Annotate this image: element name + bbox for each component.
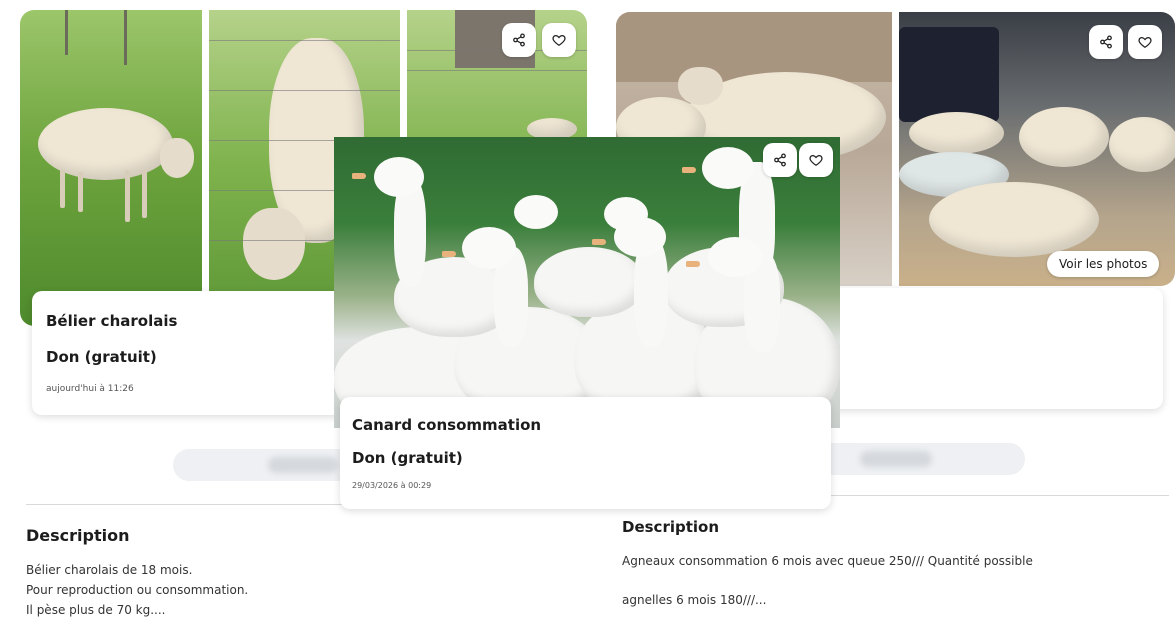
listing-title: Bélier charolais	[46, 312, 178, 330]
right-seller-pill[interactable]	[812, 443, 1025, 475]
left-listing-card[interactable]: Bélier charolais Don (gratuit) aujourd'h…	[32, 291, 362, 415]
description-line: Bélier charolais de 18 mois.	[26, 563, 193, 577]
see-photos-button[interactable]: Voir les photos	[1047, 251, 1160, 277]
listing-date: 29/03/2026 à 00:29	[352, 481, 432, 490]
listing-price: Don (gratuit)	[352, 449, 463, 467]
right-share-button[interactable]	[1089, 25, 1123, 59]
description-line: Pour reproduction ou consommation.	[26, 583, 249, 597]
popup-photo[interactable]	[334, 137, 840, 428]
right-divider	[826, 495, 1169, 496]
description-heading: Description	[622, 518, 720, 536]
description-line: Agneaux consommation 6 mois avec queue 2…	[622, 554, 1033, 568]
share-icon	[1100, 35, 1112, 49]
popup-favorite-button[interactable]	[799, 143, 833, 177]
description-line: agnelles 6 mois 180///...	[622, 593, 767, 607]
listing-price: Don (gratuit)	[46, 348, 157, 366]
heart-icon	[1138, 36, 1152, 49]
left-photo-1[interactable]	[20, 10, 202, 326]
share-icon	[774, 153, 786, 167]
share-icon	[513, 33, 525, 47]
description-heading: Description	[26, 526, 130, 545]
popup-share-button[interactable]	[763, 143, 797, 177]
left-favorite-button[interactable]	[542, 23, 576, 57]
description-line: Il pèse plus de 70 kg....	[26, 603, 166, 617]
heart-icon	[809, 154, 823, 167]
right-listing-card[interactable]	[820, 288, 1163, 409]
heart-icon	[552, 34, 566, 47]
popup-listing-card[interactable]: Canard consommation Don (gratuit) 29/03/…	[340, 397, 831, 509]
left-share-button[interactable]	[502, 23, 536, 57]
listing-title: Canard consommation	[352, 416, 542, 434]
right-favorite-button[interactable]	[1128, 25, 1162, 59]
listing-date: aujourd'hui à 11:26	[46, 384, 134, 394]
